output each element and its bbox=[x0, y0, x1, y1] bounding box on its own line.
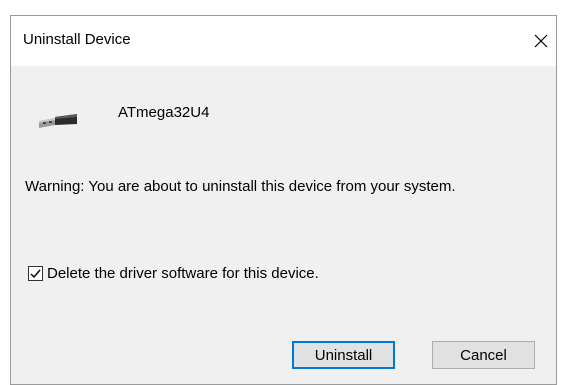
usb-device-icon bbox=[35, 111, 79, 142]
delete-driver-checkbox[interactable] bbox=[28, 266, 43, 281]
uninstall-button[interactable]: Uninstall bbox=[292, 341, 395, 369]
close-icon bbox=[534, 34, 548, 48]
delete-driver-label: Delete the driver software for this devi… bbox=[47, 265, 319, 282]
uninstall-device-dialog: Uninstall Device ATmega32U4 Warning: You… bbox=[10, 15, 557, 385]
warning-text: Warning: You are about to uninstall this… bbox=[25, 178, 456, 195]
title-bar: Uninstall Device bbox=[11, 16, 556, 66]
delete-driver-checkbox-row[interactable]: Delete the driver software for this devi… bbox=[28, 265, 319, 282]
cancel-button[interactable]: Cancel bbox=[432, 341, 535, 369]
checkmark-icon bbox=[30, 269, 41, 279]
dialog-title: Uninstall Device bbox=[23, 31, 131, 48]
close-button[interactable] bbox=[526, 24, 556, 58]
device-name: ATmega32U4 bbox=[118, 104, 210, 121]
